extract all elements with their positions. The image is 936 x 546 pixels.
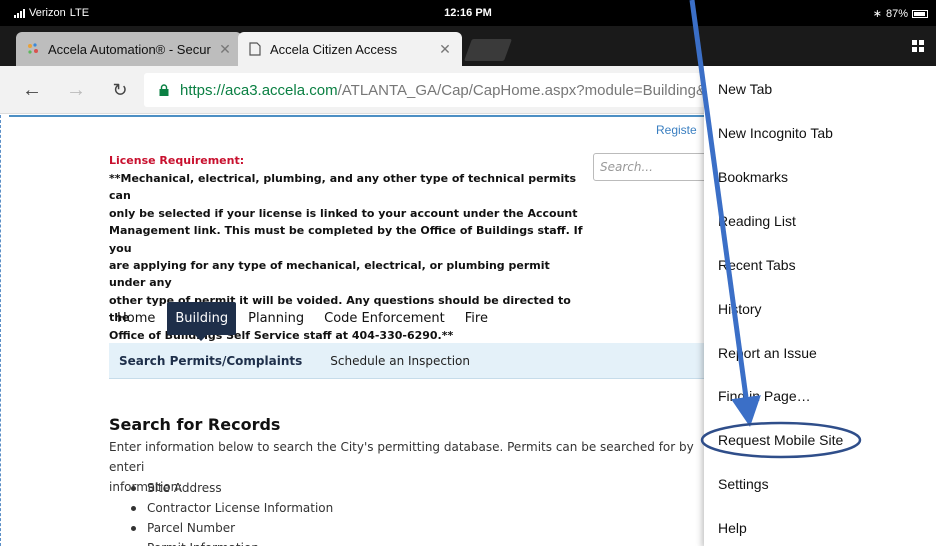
status-right: ∗ 87% bbox=[873, 7, 928, 20]
nav-code-enforcement[interactable]: Code Enforcement bbox=[316, 302, 453, 335]
battery-icon bbox=[912, 9, 928, 18]
license-requirement-title: License Requirement: bbox=[109, 154, 245, 167]
menu-item-new-incognito-tab[interactable]: New Incognito Tab bbox=[718, 125, 833, 141]
menu-item-new-tab[interactable]: New Tab bbox=[718, 81, 772, 97]
list-item: Contractor License Information bbox=[131, 498, 333, 518]
battery-percent: 87% bbox=[885, 7, 908, 20]
list-item: Parcel Number bbox=[131, 518, 333, 538]
menu-item-history[interactable]: History bbox=[718, 301, 762, 317]
overflow-menu: New Tab New Incognito Tab Bookmarks Read… bbox=[704, 66, 936, 546]
reload-icon[interactable]: ↻ bbox=[106, 76, 134, 104]
nav-home[interactable]: Home bbox=[109, 302, 163, 335]
bluetooth-icon: ∗ bbox=[872, 8, 882, 20]
nav-building[interactable]: Building bbox=[167, 302, 237, 341]
license-line: **Mechanical, electrical, plumbing, and … bbox=[109, 172, 577, 203]
new-tab-button[interactable] bbox=[463, 39, 513, 61]
tab-title: Accela Automation® - Secur bbox=[48, 41, 211, 57]
records-list: Site Address Contractor License Informat… bbox=[131, 478, 333, 546]
records-intro-line: Enter information below to search the Ci… bbox=[109, 440, 694, 474]
status-bar: Verizon LTE 12:16 PM ∗ 87% bbox=[0, 0, 936, 26]
address-bar[interactable]: https://aca3.accela.com/ATLANTA_GA/Cap/C… bbox=[144, 73, 744, 107]
license-line: Management link. This must be completed … bbox=[109, 224, 583, 255]
menu-item-find-in-page[interactable]: Find in Page… bbox=[718, 388, 811, 404]
sub-nav: Search Permits/Complaints Schedule an In… bbox=[109, 343, 729, 379]
list-item: Site Address bbox=[131, 478, 333, 498]
url-path: /ATLANTA_GA/Cap/CapHome.aspx?module=Buil… bbox=[337, 81, 716, 99]
tab-strip: Accela Automation® - Secur ✕ Accela Citi… bbox=[0, 26, 936, 66]
lock-icon bbox=[159, 84, 169, 96]
close-tab-icon[interactable]: ✕ bbox=[438, 41, 452, 58]
tab-accela-automation[interactable]: Accela Automation® - Secur ✕ bbox=[16, 32, 242, 66]
menu-item-report-issue[interactable]: Report an Issue bbox=[718, 345, 817, 361]
menu-item-bookmarks[interactable]: Bookmarks bbox=[718, 169, 788, 185]
subnav-schedule-inspection[interactable]: Schedule an Inspection bbox=[330, 354, 470, 368]
nav-planning[interactable]: Planning bbox=[240, 302, 312, 335]
register-link[interactable]: Registe bbox=[656, 123, 697, 137]
tab-switcher-icon[interactable] bbox=[912, 40, 924, 52]
status-time: 12:16 PM bbox=[444, 7, 492, 19]
page-favicon-icon bbox=[248, 42, 262, 56]
subnav-search-permits[interactable]: Search Permits/Complaints bbox=[119, 354, 302, 368]
screen: Verizon LTE 12:16 PM ∗ 87% Accela Automa… bbox=[0, 0, 936, 546]
license-line: only be selected if your license is link… bbox=[109, 206, 578, 220]
menu-item-reading-list[interactable]: Reading List bbox=[718, 213, 796, 229]
list-item: Permit Information bbox=[131, 538, 333, 546]
url-host: https://aca3.accela.com bbox=[180, 81, 338, 99]
page-top-rule bbox=[9, 115, 709, 117]
records-heading: Search for Records bbox=[109, 415, 281, 434]
menu-item-settings[interactable]: Settings bbox=[718, 476, 769, 492]
close-tab-icon[interactable]: ✕ bbox=[218, 41, 232, 58]
main-nav: Home Building Planning Code Enforcement … bbox=[109, 302, 500, 341]
forward-arrow-icon[interactable]: → bbox=[62, 76, 90, 104]
menu-item-request-mobile-site[interactable]: Request Mobile Site bbox=[718, 432, 843, 448]
nav-fire[interactable]: Fire bbox=[457, 302, 496, 335]
accela-favicon-icon bbox=[26, 42, 40, 56]
back-arrow-icon[interactable]: ← bbox=[18, 76, 46, 104]
tab-accela-citizen-access[interactable]: Accela Citizen Access ✕ bbox=[238, 32, 462, 66]
menu-item-recent-tabs[interactable]: Recent Tabs bbox=[718, 257, 796, 273]
menu-item-help[interactable]: Help bbox=[718, 520, 747, 536]
license-line: are applying for any type of mechanical,… bbox=[109, 259, 550, 290]
tab-title: Accela Citizen Access bbox=[270, 41, 398, 57]
